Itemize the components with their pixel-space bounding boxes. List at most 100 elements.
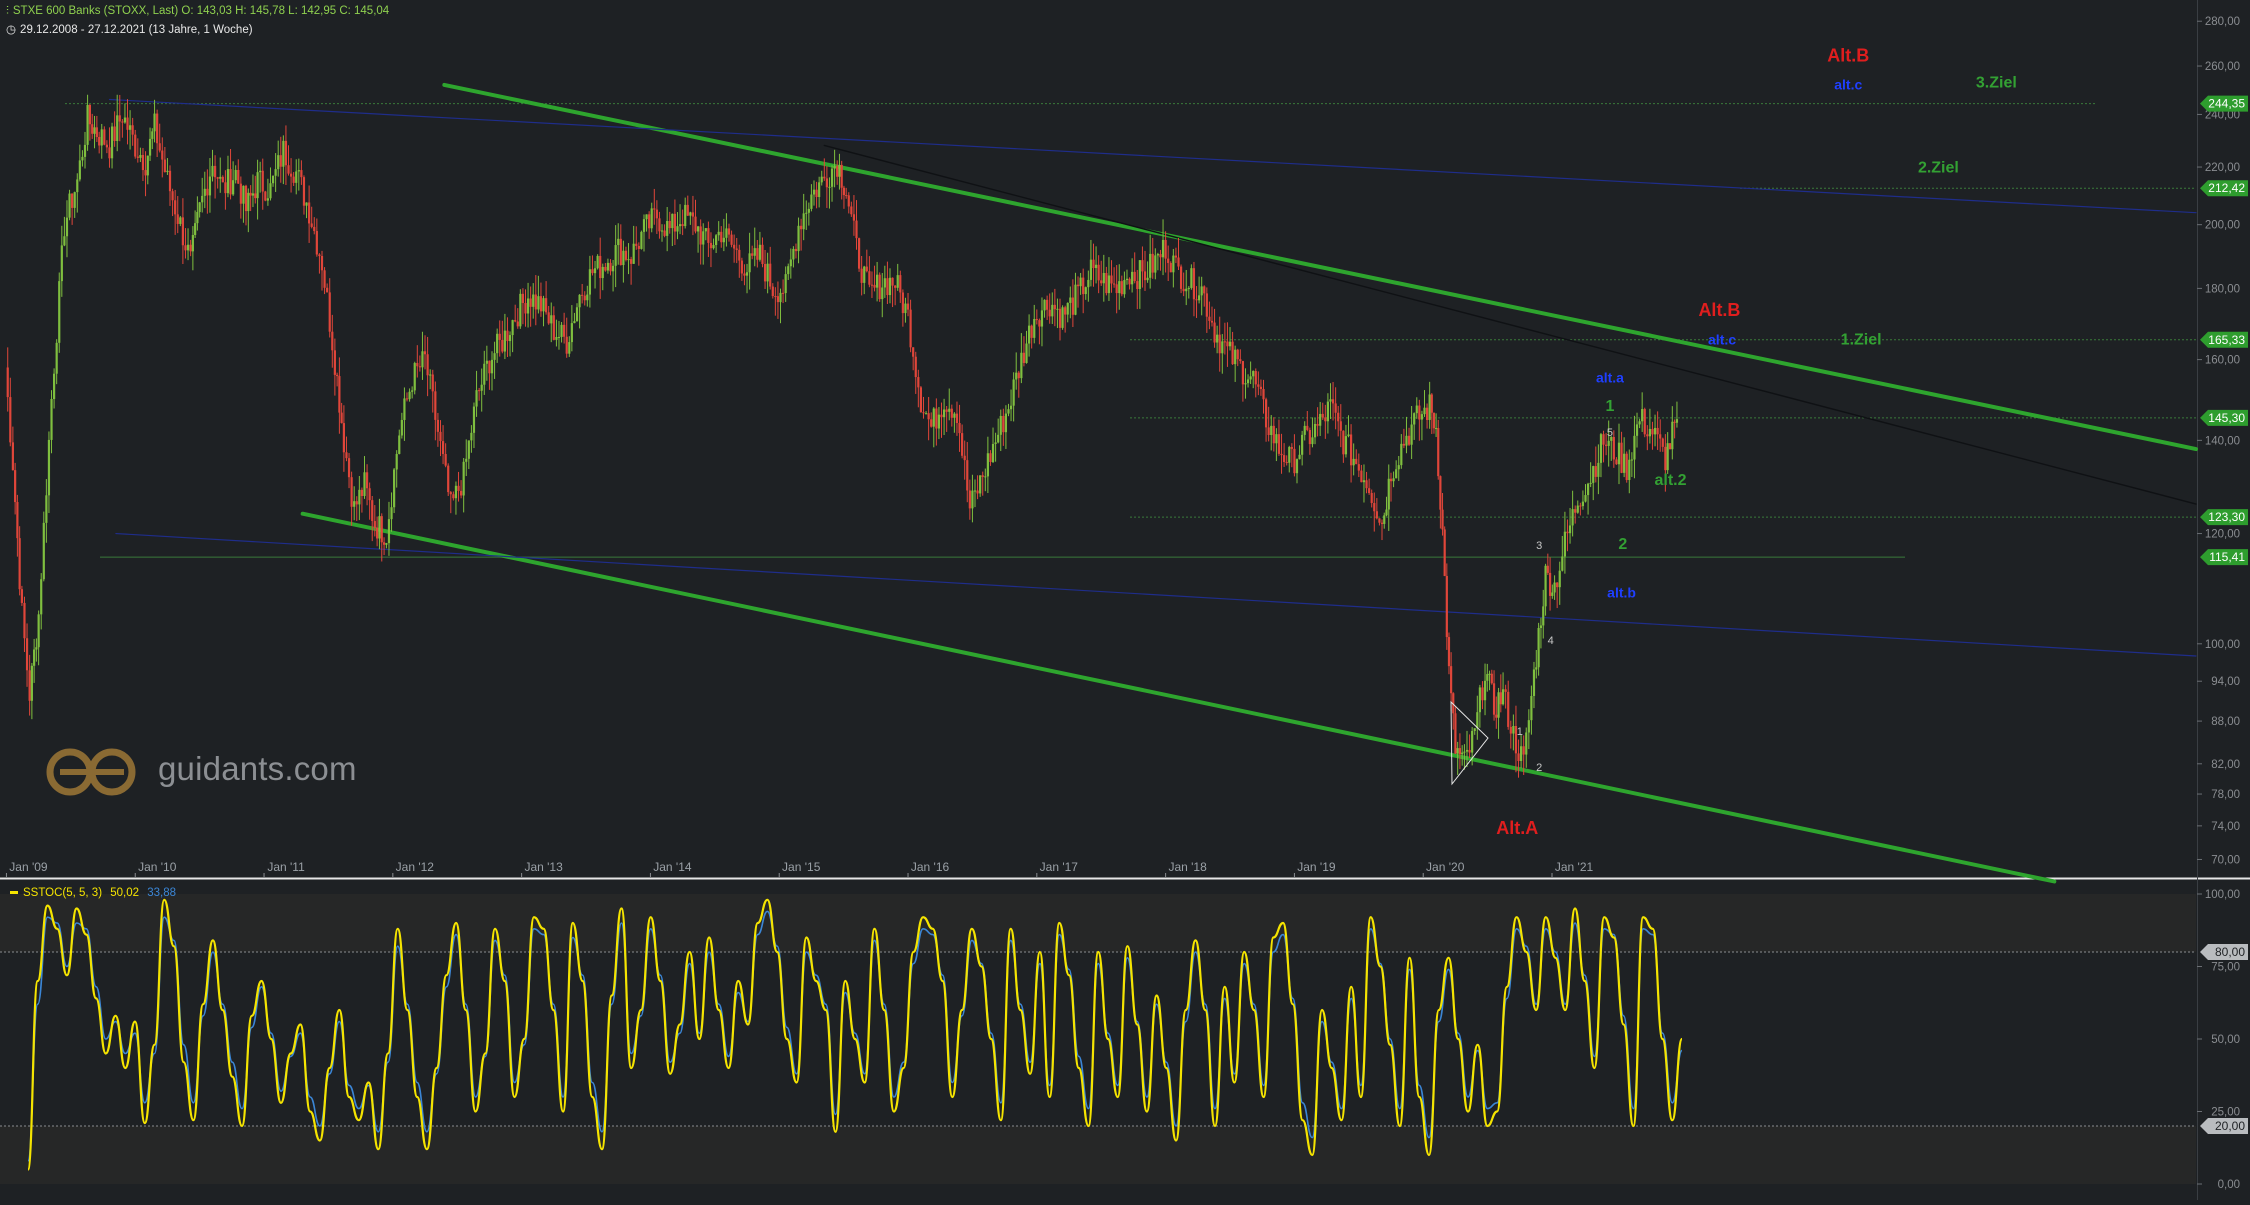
candle-body <box>1641 409 1644 422</box>
candle-body <box>922 412 925 414</box>
candle-body <box>1182 288 1185 292</box>
candle-body <box>1380 522 1384 524</box>
candle-body <box>627 259 630 261</box>
candle-body <box>640 231 643 249</box>
candle-body <box>1064 307 1067 315</box>
candle-body <box>1389 478 1393 482</box>
candle-body <box>472 406 476 433</box>
candle-body <box>1022 352 1026 363</box>
candle-body <box>1628 459 1631 481</box>
candle-body <box>1623 453 1626 473</box>
stoch-tick-label: 50,00 <box>2211 1034 2240 1046</box>
candle-body <box>447 465 450 493</box>
candle-body <box>1504 689 1507 692</box>
candle-body <box>1164 239 1167 259</box>
candle-body <box>1664 446 1667 471</box>
candle-body <box>838 164 841 177</box>
x-tick-label: Jan '16 <box>911 860 950 874</box>
y-tick-label: 88,00 <box>2211 716 2240 728</box>
candle-body <box>891 277 894 286</box>
candle-body <box>833 166 836 169</box>
candle-body <box>462 461 465 496</box>
candle-body <box>1321 413 1324 418</box>
candle-body <box>1218 334 1221 354</box>
candle-body <box>511 320 514 336</box>
candle-body <box>405 398 409 400</box>
candle-body <box>1443 529 1446 576</box>
candle-body <box>1383 515 1386 524</box>
candle-body <box>1174 255 1178 258</box>
candle-body <box>1185 288 1188 292</box>
candle-body <box>151 131 154 139</box>
candle-body <box>588 269 591 295</box>
candle-body <box>305 202 308 206</box>
candle-body <box>1061 307 1064 328</box>
candle-body <box>14 470 17 503</box>
candle-body <box>1445 575 1448 638</box>
x-tick-label: Jan '13 <box>524 860 563 874</box>
period-header: ◷ 29.12.2008 - 27.12.2021 (13 Jahre, 1 Wo… <box>6 22 253 36</box>
candle-body <box>1136 281 1139 289</box>
candle-body <box>1428 394 1431 421</box>
candle-body <box>444 453 447 466</box>
candle-body <box>1252 371 1255 377</box>
candle-body <box>1501 689 1505 705</box>
candle-body <box>1400 443 1403 466</box>
candle-body <box>774 296 777 298</box>
candle-body <box>408 391 411 400</box>
indicator-value-2: 33,88 <box>147 887 177 899</box>
candle-body <box>1285 461 1288 463</box>
candle-body <box>1177 257 1180 267</box>
candle-body <box>496 333 499 354</box>
price-badge-label: 244,35 <box>2208 97 2245 111</box>
candle-body <box>1009 405 1013 410</box>
candle-body <box>1115 284 1118 294</box>
candle-body <box>1576 505 1579 513</box>
candle-body <box>699 226 702 245</box>
candle-body <box>441 441 445 454</box>
candle-body <box>1441 509 1444 530</box>
candle-body <box>1069 297 1072 303</box>
candle-body <box>860 268 863 283</box>
candle-body <box>1020 352 1023 379</box>
candle-body <box>1221 341 1224 354</box>
candle-body <box>807 208 810 213</box>
candle-body <box>514 320 517 322</box>
candle-body <box>781 292 785 294</box>
x-tick-label: Jan '17 <box>1040 860 1079 874</box>
candle-body <box>896 275 899 288</box>
candle-body <box>1051 304 1054 317</box>
candle-body <box>467 440 470 459</box>
price-badge-label: 165,33 <box>2208 333 2245 347</box>
candle-body <box>873 284 876 288</box>
candle-body <box>717 231 720 236</box>
candle-body <box>493 353 496 360</box>
candle-body <box>818 182 821 198</box>
candle-body <box>1123 280 1126 295</box>
candle-body <box>1257 384 1260 387</box>
candle-body <box>1100 280 1103 284</box>
candle-body <box>953 413 956 418</box>
candle-body <box>1556 582 1559 588</box>
indicator-header[interactable]: SSTOC(5, 5, 3) 50,02 33,88 <box>10 887 176 899</box>
candle-body <box>340 412 343 424</box>
candle-body <box>1362 480 1366 483</box>
candle-body <box>1107 275 1111 294</box>
candle-body <box>671 213 674 229</box>
candle-body <box>168 170 172 192</box>
candle-body <box>601 266 604 279</box>
candle-body <box>1594 466 1597 477</box>
candle-body <box>211 165 214 177</box>
y-tick-label: 140,00 <box>2205 435 2240 447</box>
candle-body <box>134 134 137 157</box>
candle-body <box>1465 749 1469 752</box>
price-badge-label: 212,42 <box>2208 181 2245 195</box>
candle-body <box>1301 434 1304 455</box>
candle-body <box>1259 386 1263 390</box>
candle-body <box>478 390 481 392</box>
panels <box>0 0 2250 1200</box>
candle-body <box>645 214 648 220</box>
candle-body <box>1625 453 1628 481</box>
candle-body <box>315 231 318 255</box>
candle-body <box>1076 284 1080 287</box>
